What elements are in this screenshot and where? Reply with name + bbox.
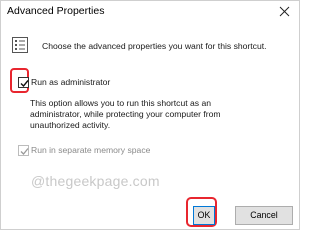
window-title: Advanced Properties <box>7 5 105 17</box>
run-as-administrator-label[interactable]: Run as administrator <box>31 77 110 87</box>
cancel-button[interactable]: Cancel <box>235 206 293 225</box>
properties-list-icon <box>11 36 29 54</box>
description-line: This option allows you to run this short… <box>30 98 212 108</box>
checkmark-icon <box>20 148 29 155</box>
checkmark-icon <box>20 80 29 88</box>
advanced-properties-dialog: Advanced Properties Choose the advanced … <box>0 0 300 230</box>
watermark: @thegeekpage.com <box>31 173 160 189</box>
header-text: Choose the advanced properties you want … <box>42 41 267 51</box>
close-button[interactable] <box>273 2 295 22</box>
title-bar[interactable]: Advanced Properties <box>1 1 299 23</box>
close-icon <box>279 6 290 17</box>
description-line: unauthorized activity. <box>30 119 111 130</box>
ok-button[interactable]: OK <box>193 206 215 225</box>
checkbox-box-disabled <box>18 145 29 156</box>
checkbox-box[interactable] <box>18 77 29 88</box>
run-as-admin-description: This option allows you to run this short… <box>30 98 260 130</box>
separate-memory-space-label: Run in separate memory space <box>31 145 151 155</box>
description-line: administrator, while protecting your com… <box>30 108 221 119</box>
